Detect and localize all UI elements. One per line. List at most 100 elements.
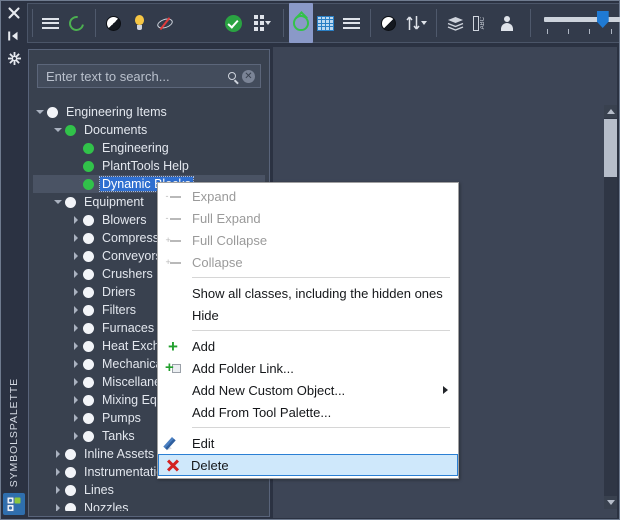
- hide-view-icon[interactable]: [152, 8, 178, 38]
- status-dot-active-icon: [83, 142, 94, 154]
- dots-glyph: [253, 15, 264, 31]
- menu-item-add-from-tool-palette[interactable]: Add From Tool Palette...: [158, 401, 458, 423]
- chevron-right-icon[interactable]: [51, 499, 65, 511]
- menu-item-label: Full Expand: [192, 210, 261, 226]
- chevron-right-icon[interactable]: [69, 301, 83, 319]
- tree-item-label: Lines: [84, 483, 114, 497]
- settings-icon[interactable]: [1, 47, 27, 70]
- tree-item-label: Tanks: [102, 429, 135, 443]
- chevron-right-icon[interactable]: [69, 391, 83, 409]
- tree-item-engineering-items[interactable]: Engineering Items: [33, 103, 265, 121]
- chevron-right-icon[interactable]: [69, 373, 83, 391]
- chevron-down-icon[interactable]: [51, 193, 65, 211]
- tree-item-label: Nozzles: [84, 501, 129, 511]
- status-dot-icon: [83, 340, 94, 352]
- menu-item-add-new-custom-object[interactable]: Add New Custom Object...: [158, 379, 458, 401]
- menu-item-label: Add New Custom Object...: [192, 382, 346, 398]
- close-icon[interactable]: [1, 1, 27, 24]
- tree-item-nozzles[interactable]: Nozzles: [33, 499, 265, 511]
- symbol-palette-icon[interactable]: [3, 493, 25, 515]
- tree-item-engineering[interactable]: Engineering: [33, 139, 265, 157]
- abc-text: ABC: [480, 16, 487, 29]
- slider-thumb[interactable]: [596, 11, 609, 28]
- collapse-icon: +: [166, 256, 181, 268]
- menu-item-label: Expand: [192, 188, 237, 204]
- search-input[interactable]: [38, 68, 222, 84]
- contrast-icon[interactable]: [375, 8, 401, 38]
- menu-lines-icon[interactable]: [38, 8, 64, 38]
- refresh-icon[interactable]: [64, 8, 90, 38]
- layers-glyph: [447, 16, 463, 31]
- menu-item-label: Show all classes, including the hidden o…: [192, 285, 443, 301]
- chevron-down-icon[interactable]: [51, 121, 65, 139]
- menu-item-icon: +: [158, 357, 188, 379]
- list-view-icon[interactable]: [339, 8, 365, 38]
- toolbar-group-sort: [375, 3, 431, 43]
- size-slider[interactable]: [543, 7, 620, 39]
- auto-hide-icon[interactable]: [1, 24, 27, 47]
- clear-icon[interactable]: ✕: [242, 69, 255, 83]
- search-icon[interactable]: [222, 72, 242, 80]
- menu-separator: [192, 427, 450, 428]
- menu-item-show-all-classes-including-the-hidden-ones[interactable]: Show all classes, including the hidden o…: [158, 282, 458, 304]
- check-glyph: [224, 14, 242, 32]
- chevron-right-icon[interactable]: [69, 337, 83, 355]
- annotation-icon[interactable]: ABC: [468, 8, 494, 38]
- shading-icon[interactable]: [100, 8, 126, 38]
- sort-icon[interactable]: [401, 8, 431, 38]
- chevron-right-icon[interactable]: [69, 265, 83, 283]
- drop-glyph: [292, 15, 309, 31]
- search-row: ✕: [37, 64, 261, 88]
- menu-item-add-folder-link[interactable]: + Add Folder Link...: [158, 357, 458, 379]
- chevron-right-icon[interactable]: [69, 247, 83, 265]
- submenu-arrow-icon[interactable]: [443, 386, 448, 394]
- chevron-right-icon[interactable]: [69, 229, 83, 247]
- scroll-down-icon[interactable]: [604, 496, 617, 509]
- chevron-down-icon[interactable]: [420, 21, 427, 25]
- tree-scrollbar[interactable]: [604, 105, 617, 509]
- status-dot-icon: [83, 358, 94, 370]
- menu-item-edit[interactable]: Edit: [158, 432, 458, 454]
- lightbulb-icon[interactable]: [126, 8, 152, 38]
- menu-item-hide[interactable]: Hide: [158, 304, 458, 326]
- scrollbar-thumb[interactable]: [604, 119, 617, 177]
- tree-item-planttools-help[interactable]: PlantTools Help: [33, 157, 265, 175]
- scroll-up-icon[interactable]: [604, 105, 617, 118]
- menu-item-icon: [158, 304, 188, 326]
- menu-item-full-expand: - Full Expand: [158, 207, 458, 229]
- symbol-view-icon[interactable]: [288, 3, 313, 43]
- user-icon[interactable]: [494, 8, 520, 38]
- table-view-icon[interactable]: [313, 8, 339, 38]
- chevron-right-icon[interactable]: [51, 481, 65, 499]
- tree-item-documents[interactable]: Documents: [33, 121, 265, 139]
- menu-item-icon: [159, 454, 187, 476]
- folder-plus-icon: +: [165, 360, 181, 375]
- menu-item-add[interactable]: + Add: [158, 335, 458, 357]
- bulb-glyph: [133, 15, 146, 31]
- lines-glyph: [343, 15, 361, 31]
- chevron-right-icon[interactable]: [51, 463, 65, 481]
- check-icon[interactable]: [220, 8, 246, 38]
- chevron-down-icon[interactable]: [33, 103, 47, 121]
- tree-item-label: Inline Assets: [84, 447, 155, 461]
- chevron-right-icon[interactable]: [69, 409, 83, 427]
- chevron-right-icon[interactable]: [69, 283, 83, 301]
- chevron-right-icon[interactable]: [51, 445, 65, 463]
- chevron-right-icon[interactable]: [69, 319, 83, 337]
- layers-icon[interactable]: [442, 8, 468, 38]
- chevron-down-icon[interactable]: [264, 21, 271, 25]
- chevron-right-icon[interactable]: [69, 427, 83, 445]
- grid-dots-icon[interactable]: [246, 8, 278, 38]
- status-dot-active-icon: [83, 160, 94, 172]
- menu-item-label: Delete: [191, 457, 229, 473]
- status-dot-icon: [83, 412, 94, 424]
- tree-item-lines[interactable]: Lines: [33, 481, 265, 499]
- chevron-right-icon[interactable]: [69, 211, 83, 229]
- chevron-right-icon[interactable]: [69, 355, 83, 373]
- status-dot-active-icon: [65, 124, 76, 136]
- menu-item-delete[interactable]: Delete: [158, 454, 458, 476]
- menu-item-label: Add Folder Link...: [192, 360, 294, 376]
- abc-glyph: ABC: [473, 15, 489, 31]
